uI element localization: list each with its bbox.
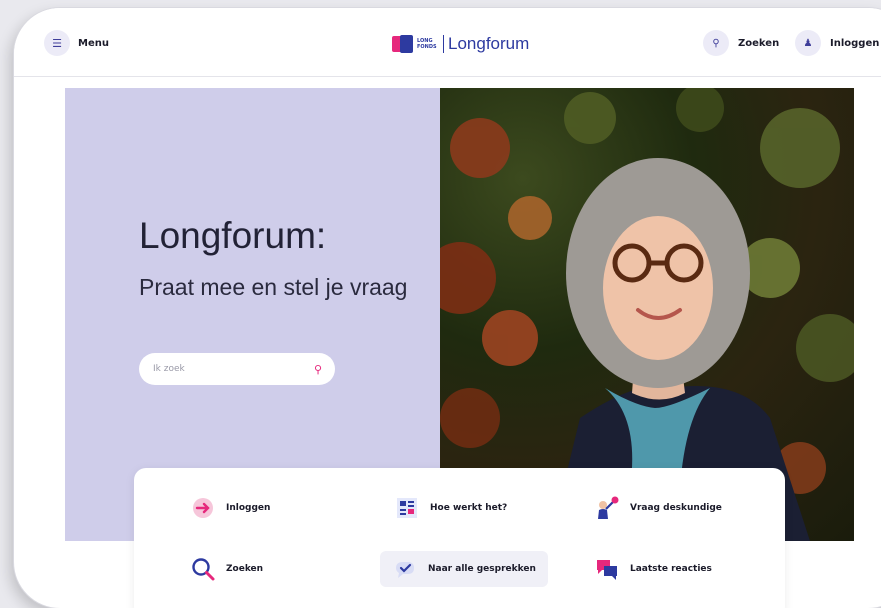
magnifier-icon	[190, 556, 216, 582]
hero-search-icon[interactable]: ⚲	[314, 363, 322, 376]
search-button[interactable]: ⚲	[703, 30, 729, 56]
how-it-works-icon	[394, 495, 420, 521]
conversations-icon	[392, 556, 418, 582]
quick-link-ask-expert[interactable]: Vraag deskundige	[594, 490, 722, 526]
browser-frame: ☰ Menu LONG FONDS Longforum ⚲ Zoeken ♟ I…	[14, 8, 881, 608]
quick-link-search[interactable]: Zoeken	[190, 551, 263, 587]
quick-link-how-it-works[interactable]: Hoe werkt het?	[394, 490, 507, 526]
quick-link-how-it-works-label: Hoe werkt het?	[430, 503, 508, 513]
logo-title: Longforum	[448, 34, 530, 53]
login-arrow-icon	[190, 495, 216, 521]
hero-search-input[interactable]	[139, 353, 335, 385]
site-logo[interactable]: LONG FONDS Longforum	[392, 32, 529, 56]
search-icon: ⚲	[712, 37, 720, 49]
logo-small-text: LONG FONDS	[417, 38, 437, 50]
ask-expert-icon	[594, 495, 620, 521]
quick-link-search-label: Zoeken	[226, 564, 264, 574]
login-button[interactable]: ♟	[795, 30, 821, 56]
quick-link-login[interactable]: Inloggen	[190, 490, 270, 526]
latest-replies-icon	[594, 556, 620, 582]
quick-link-latest-replies[interactable]: Laatste reacties	[594, 551, 712, 587]
hero-subtitle: Praat mee en stel je vraag	[139, 274, 408, 300]
quick-link-ask-expert-label: Vraag deskundige	[630, 503, 722, 513]
quick-link-latest-replies-label: Laatste reacties	[630, 564, 712, 574]
logo-divider	[443, 35, 444, 53]
search-label[interactable]: Zoeken	[738, 38, 779, 49]
quick-link-login-label: Inloggen	[226, 503, 271, 513]
user-icon: ♟	[803, 37, 813, 49]
menu-button[interactable]: ☰	[44, 30, 70, 56]
quick-link-all-conversations[interactable]: Naar alle gesprekken	[380, 551, 548, 587]
quick-link-all-conversations-label: Naar alle gesprekken	[428, 564, 536, 574]
quick-links-card: Inloggen Hoe werkt het? Vraag deskundige…	[134, 468, 785, 608]
menu-label[interactable]: Menu	[78, 38, 109, 49]
longfonds-logo-icon	[392, 35, 414, 53]
hamburger-icon: ☰	[52, 36, 62, 50]
site-header: ☰ Menu LONG FONDS Longforum ⚲ Zoeken ♟ I…	[14, 8, 881, 77]
login-label[interactable]: Inloggen	[830, 38, 879, 49]
hero-title: Longforum:	[139, 215, 327, 256]
